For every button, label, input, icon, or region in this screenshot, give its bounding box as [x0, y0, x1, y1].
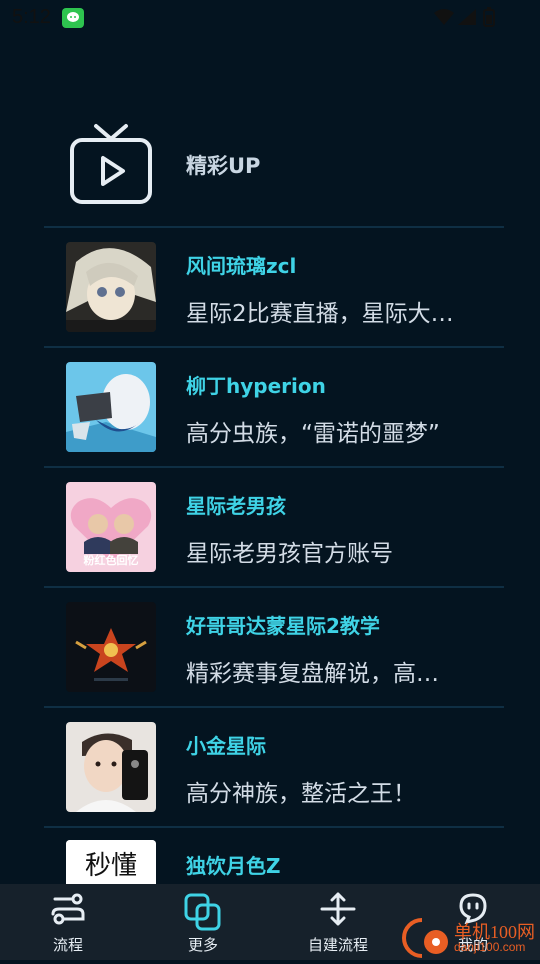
item-desc: 精彩赛事复盘解说，高… [186, 661, 439, 687]
watermark-logo-icon [402, 918, 448, 958]
tv-icon [68, 122, 154, 210]
item-name: 星际老男孩 [186, 494, 286, 518]
item-name: 独饮月色Z [186, 854, 281, 878]
item-name: 小金星际 [186, 734, 266, 758]
nav-label: 自建流程 [307, 936, 368, 954]
nav-label: 更多 [187, 936, 218, 954]
avatar-logo-text: 粉红色回忆 [84, 553, 139, 567]
section-header: 精彩UP [44, 104, 504, 224]
avatar [66, 602, 156, 692]
nav-tab-more[interactable]: 更多 [153, 884, 253, 960]
custom-flow-icon [320, 892, 356, 926]
item-name: 好哥哥达蒙星际2教学 [186, 614, 380, 638]
item-desc: 高分神族，整活之王！ [186, 781, 416, 807]
nav-label: 流程 [52, 936, 83, 954]
wifi-icon [434, 9, 454, 25]
nav-tab-custom-flow[interactable]: 自建流程 [288, 884, 388, 960]
avatar [66, 722, 156, 812]
watermark-url: danji100.com [454, 940, 526, 954]
list-item[interactable]: 风间琉璃zcl 星际2比赛直播，星际大… [44, 228, 504, 346]
list-item[interactable]: 好哥哥达蒙星际2教学 精彩赛事复盘解说，高… [44, 588, 504, 706]
list-item[interactable]: 秒懂 独饮月色Z [44, 828, 504, 884]
item-desc: 星际2比赛直播，星际大… [186, 301, 454, 327]
status-icons [432, 7, 502, 33]
avatar: 粉红色回忆 [66, 482, 156, 572]
list-item[interactable]: 粉红色回忆 星际老男孩 星际老男孩官方账号 [44, 468, 504, 586]
status-bar: 5:12 [0, 0, 540, 36]
item-desc: 高分虫族，“雷诺的噩梦” [186, 421, 440, 447]
signal-icon [458, 9, 476, 25]
nav-tab-flow[interactable]: 流程 [18, 884, 118, 960]
item-desc: 星际老男孩官方账号 [186, 541, 393, 567]
section-title: 精彩UP [186, 154, 261, 178]
list-item[interactable]: 小金星际 高分神族，整活之王！ [44, 708, 504, 826]
item-name: 柳丁hyperion [186, 374, 326, 398]
watermark: 单机100网 danji100.com [392, 916, 540, 960]
flow-icon [51, 893, 85, 925]
avatar: 秒懂 [66, 840, 156, 884]
avatar-logo-text: 秒懂 [85, 851, 137, 881]
status-time: 5:12 [12, 6, 51, 28]
wechat-notification-icon [62, 8, 84, 28]
list-item[interactable]: 柳丁hyperion 高分虫族，“雷诺的噩梦” [44, 348, 504, 466]
more-icon [184, 893, 221, 931]
item-name: 风间琉璃zcl [186, 254, 297, 278]
avatar [66, 362, 156, 452]
avatar [66, 242, 156, 332]
